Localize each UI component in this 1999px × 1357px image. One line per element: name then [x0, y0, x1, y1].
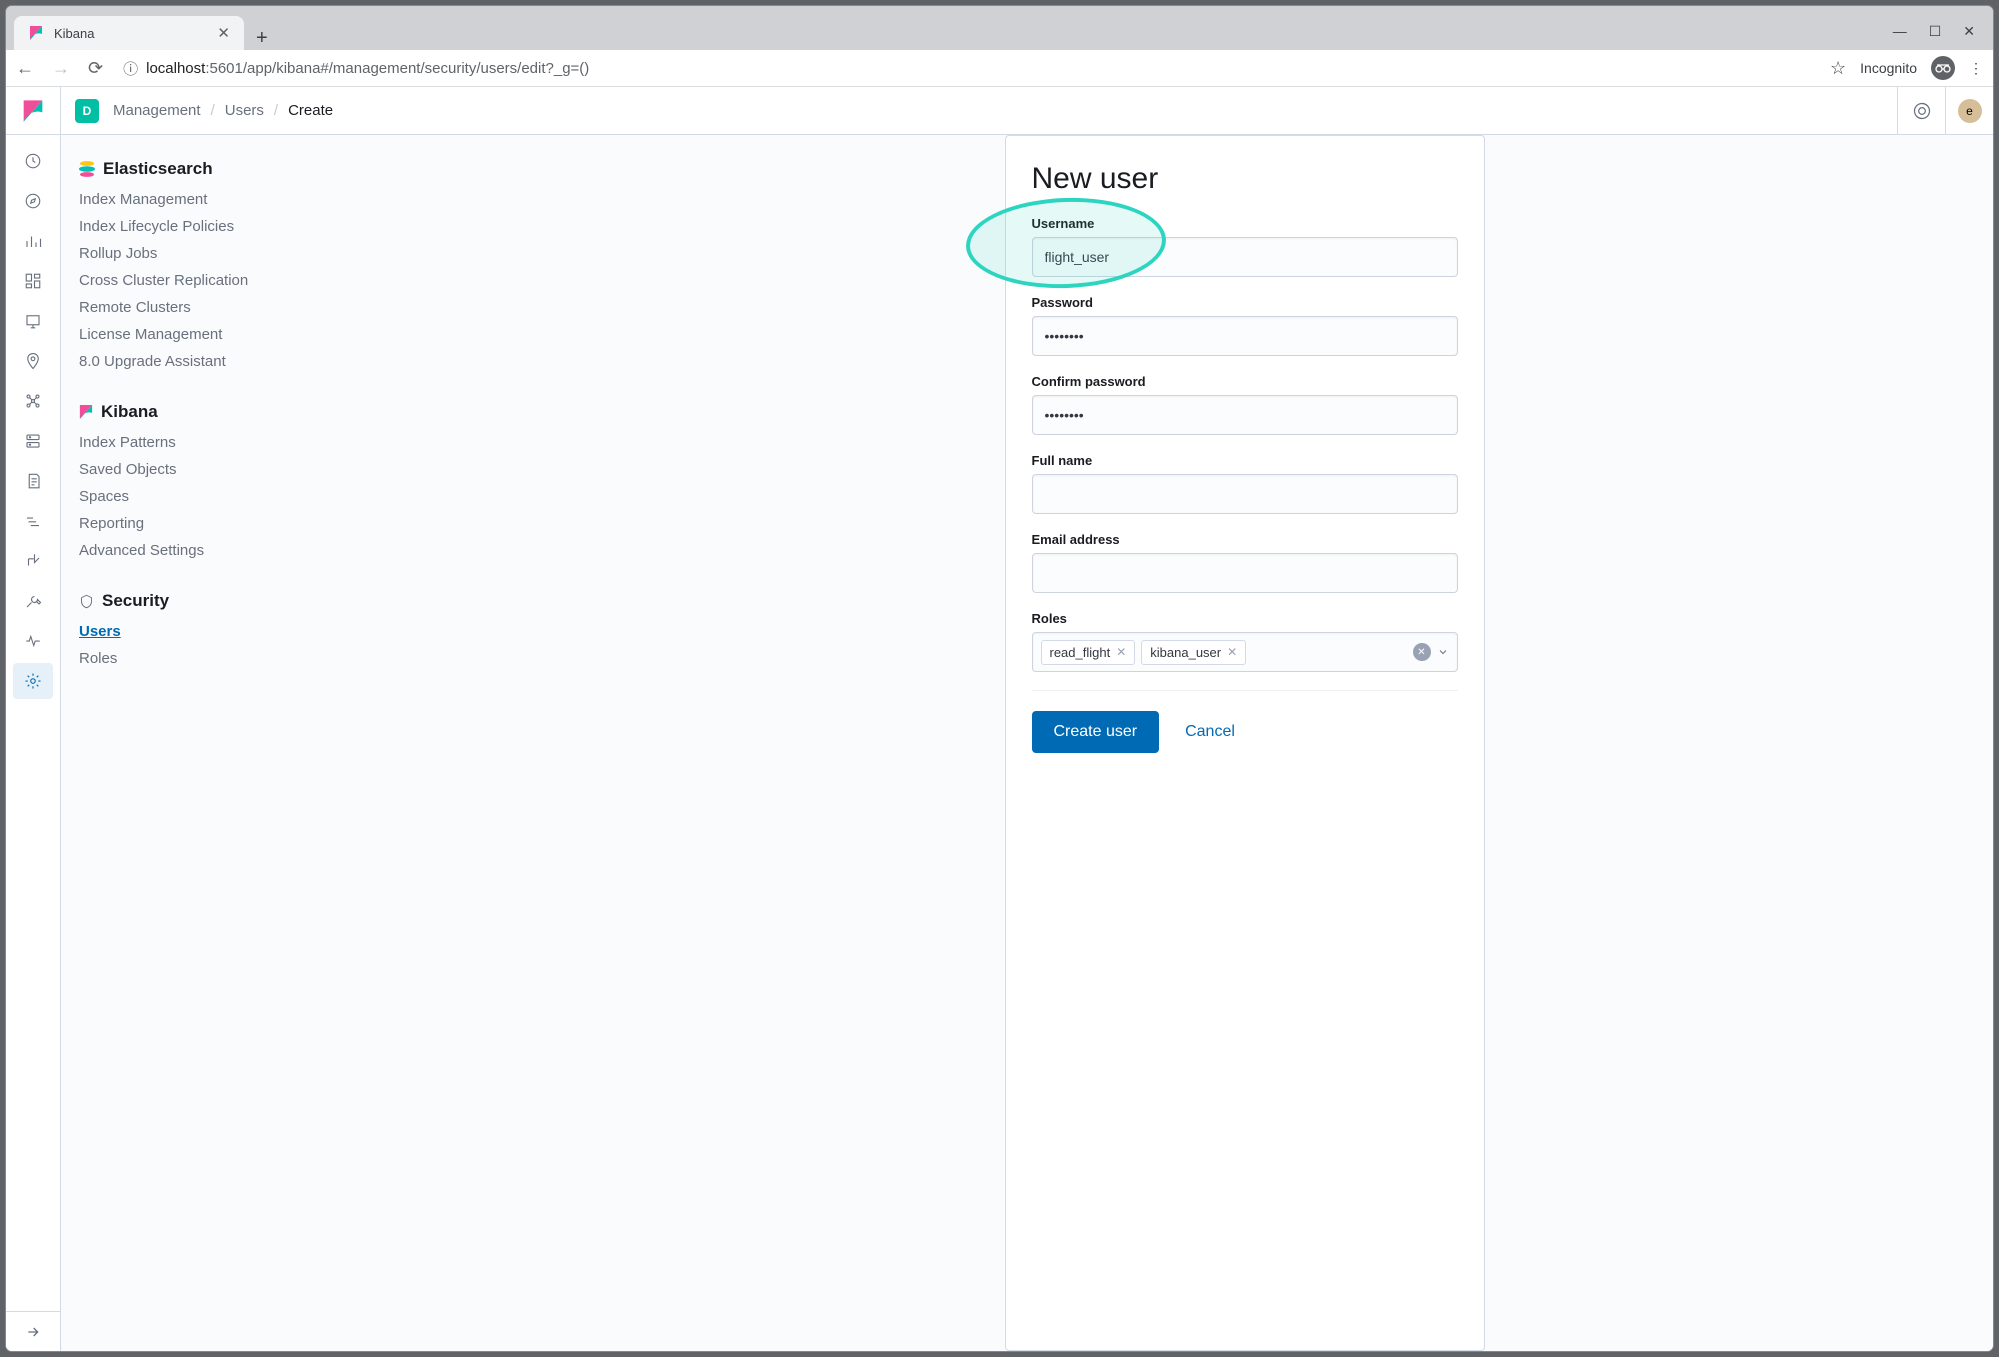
url-path: :5601/app/kibana#/management/security/us… [205, 60, 589, 77]
rail-ml-icon[interactable] [13, 383, 53, 419]
confirm-password-label: Confirm password [1032, 374, 1458, 389]
roles-label: Roles [1032, 611, 1458, 626]
group-title-security: Security [79, 591, 298, 611]
role-pill[interactable]: read_flight ✕ [1041, 640, 1136, 665]
rail-maps-icon[interactable] [13, 343, 53, 379]
rail-visualize-icon[interactable] [13, 223, 53, 259]
group-title-elasticsearch: Elasticsearch [79, 159, 298, 179]
breadcrumbs: Management / Users / Create [113, 102, 333, 119]
browser-tab[interactable]: Kibana ✕ [14, 16, 244, 50]
minimize-icon[interactable]: — [1893, 23, 1907, 40]
chevron-down-icon[interactable] [1437, 646, 1449, 658]
remove-role-icon[interactable]: ✕ [1116, 645, 1126, 659]
crumb-management[interactable]: Management [113, 102, 201, 119]
cancel-button[interactable]: Cancel [1185, 723, 1235, 741]
password-label: Password [1032, 295, 1458, 310]
close-window-icon[interactable]: ✕ [1963, 23, 1975, 40]
rail-uptime-icon[interactable] [13, 543, 53, 579]
url-host: localhost [146, 60, 205, 77]
kibana-header: D Management / Users / Create e [6, 87, 1993, 135]
new-tab-button[interactable]: + [244, 27, 280, 50]
rail-logs-icon[interactable] [13, 463, 53, 499]
divider [1032, 690, 1458, 691]
mgmt-item-rollup[interactable]: Rollup Jobs [79, 243, 298, 264]
rail-management-icon[interactable] [13, 663, 53, 699]
kibana-icon [79, 404, 93, 420]
confirm-password-input[interactable] [1032, 395, 1458, 435]
url-input[interactable]: ⓘ localhost:5601/app/kibana#/management/… [113, 58, 1820, 79]
full-name-input[interactable] [1032, 474, 1458, 514]
shield-icon [79, 593, 94, 610]
help-icon[interactable] [1897, 87, 1945, 134]
close-tab-icon[interactable]: ✕ [217, 24, 230, 42]
mgmt-item-spaces[interactable]: Spaces [79, 486, 298, 507]
reload-icon[interactable]: ⟳ [88, 58, 103, 79]
create-user-button[interactable]: Create user [1032, 711, 1160, 753]
mgmt-item-reporting[interactable]: Reporting [79, 513, 298, 534]
rail-dashboard-icon[interactable] [13, 263, 53, 299]
incognito-label: Incognito [1860, 60, 1917, 76]
rail-recent-icon[interactable] [13, 143, 53, 179]
group-title-kibana: Kibana [79, 402, 298, 422]
bookmark-icon[interactable]: ☆ [1830, 58, 1846, 79]
content-area: New user Username Password Confirm passw… [316, 135, 1993, 1351]
rail-infra-icon[interactable] [13, 423, 53, 459]
rail-apm-icon[interactable] [13, 503, 53, 539]
browser-menu-icon[interactable]: ⋮ [1969, 60, 1983, 77]
mgmt-item-ilm[interactable]: Index Lifecycle Policies [79, 216, 298, 237]
nav-rail [6, 135, 61, 1351]
rail-discover-icon[interactable] [13, 183, 53, 219]
space-badge[interactable]: D [75, 99, 99, 123]
browser-tab-strip: Kibana ✕ + — ☐ ✕ [6, 6, 1993, 50]
mgmt-item-index-management[interactable]: Index Management [79, 189, 298, 210]
roles-combobox[interactable]: read_flight ✕ kibana_user ✕ ✕ [1032, 632, 1458, 672]
info-icon[interactable]: ⓘ [123, 58, 138, 79]
maximize-icon[interactable]: ☐ [1929, 23, 1942, 40]
full-name-label: Full name [1032, 453, 1458, 468]
mgmt-item-advanced[interactable]: Advanced Settings [79, 540, 298, 561]
tab-title: Kibana [54, 26, 94, 41]
role-pill[interactable]: kibana_user ✕ [1141, 640, 1246, 665]
mgmt-item-saved-objects[interactable]: Saved Objects [79, 459, 298, 480]
kibana-logo[interactable] [6, 87, 61, 134]
crumb-users[interactable]: Users [225, 102, 264, 119]
crumb-create: Create [288, 102, 333, 119]
rail-canvas-icon[interactable] [13, 303, 53, 339]
forward-icon: → [52, 58, 70, 79]
mgmt-item-roles[interactable]: Roles [79, 648, 298, 669]
form-title: New user [1032, 162, 1458, 196]
mgmt-item-upgrade[interactable]: 8.0 Upgrade Assistant [79, 351, 298, 372]
mgmt-item-license[interactable]: License Management [79, 324, 298, 345]
back-icon[interactable]: ← [16, 58, 34, 79]
mgmt-item-remote-clusters[interactable]: Remote Clusters [79, 297, 298, 318]
password-input[interactable] [1032, 316, 1458, 356]
clear-roles-icon[interactable]: ✕ [1413, 643, 1431, 661]
rail-monitoring-icon[interactable] [13, 623, 53, 659]
elasticsearch-icon [79, 160, 95, 178]
mgmt-item-index-patterns[interactable]: Index Patterns [79, 432, 298, 453]
mgmt-item-users[interactable]: Users [79, 621, 298, 642]
window-controls: — ☐ ✕ [1893, 23, 1985, 40]
management-sidebar: Elasticsearch Index Management Index Lif… [61, 135, 316, 1351]
incognito-icon [1931, 56, 1955, 80]
rail-collapse-icon[interactable] [6, 1311, 60, 1351]
remove-role-icon[interactable]: ✕ [1227, 645, 1237, 659]
address-bar: ← → ⟳ ⓘ localhost:5601/app/kibana#/manag… [6, 50, 1993, 87]
email-input[interactable] [1032, 553, 1458, 593]
mgmt-item-ccr[interactable]: Cross Cluster Replication [79, 270, 298, 291]
kibana-favicon [28, 25, 44, 41]
username-label: Username [1032, 216, 1458, 231]
new-user-form: New user Username Password Confirm passw… [1005, 135, 1485, 1351]
user-avatar[interactable]: e [1945, 87, 1993, 134]
email-label: Email address [1032, 532, 1458, 547]
username-input[interactable] [1032, 237, 1458, 277]
rail-devtools-icon[interactable] [13, 583, 53, 619]
